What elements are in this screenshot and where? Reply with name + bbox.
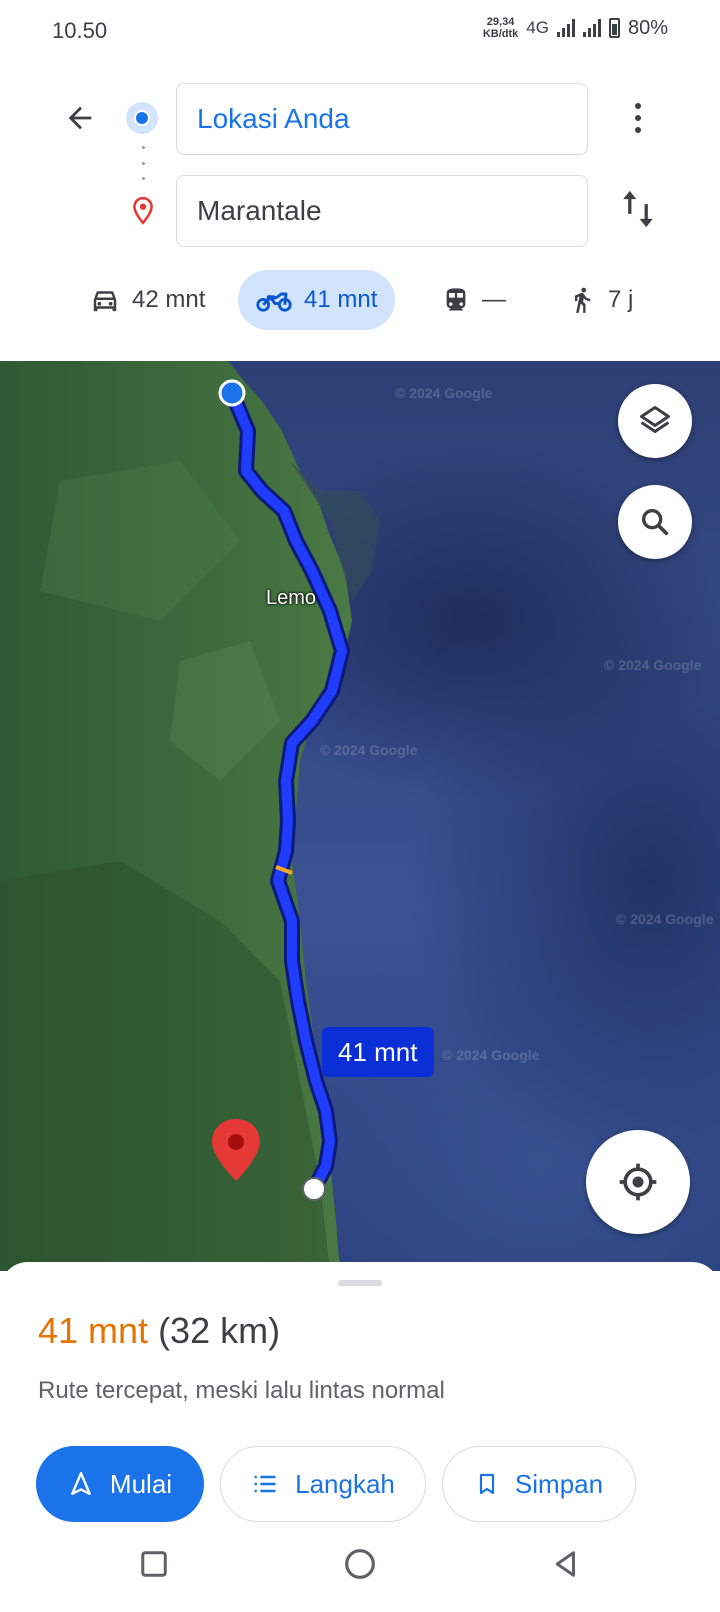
home-button[interactable]	[336, 1540, 384, 1588]
origin-marker-icon	[126, 102, 158, 134]
mode-tab-motorcycle[interactable]: 41 mnt	[238, 270, 396, 330]
recents-button[interactable]	[130, 1540, 178, 1588]
signal-icon-2	[582, 19, 601, 37]
layers-button[interactable]	[618, 384, 692, 458]
list-icon	[254, 1475, 276, 1493]
square-icon	[141, 1551, 167, 1577]
sheet-drag-handle[interactable]	[338, 1280, 382, 1286]
route-description: Rute tercepat, meski lalu lintas normal	[38, 1377, 445, 1404]
car-icon	[93, 291, 117, 312]
route-duration: 41 mnt	[38, 1310, 149, 1351]
destination-field-value: Marantale	[197, 195, 322, 226]
destination-field[interactable]: Marantale	[176, 175, 588, 247]
origin-field[interactable]: Lokasi Anda	[176, 83, 588, 155]
motorcycle-icon	[256, 292, 292, 312]
arrow-left-icon	[68, 106, 92, 130]
system-navigation-bar	[0, 1540, 720, 1612]
more-options-button[interactable]	[620, 96, 656, 140]
walking-icon	[575, 287, 591, 313]
signal-icon	[556, 19, 575, 37]
train-icon	[446, 288, 466, 311]
my-location-button[interactable]	[586, 1130, 690, 1234]
steps-button[interactable]: Langkah	[220, 1446, 426, 1522]
route-line	[212, 379, 350, 1201]
route-eta-callout[interactable]: 41 mnt	[322, 1027, 434, 1077]
mode-tab-transit-label: —	[482, 286, 506, 313]
battery-icon	[608, 18, 620, 38]
mode-tab-car[interactable]: 42 mnt	[72, 270, 223, 330]
network-speed-unit: KB/dtk	[482, 28, 519, 40]
route-distance: (32 km)	[158, 1310, 281, 1351]
start-button-label: Mulai	[109, 1468, 173, 1499]
route-connector	[142, 146, 145, 180]
start-button[interactable]: Mulai	[36, 1446, 204, 1522]
place-label: Lemo	[266, 587, 317, 609]
mode-tab-transit[interactable]: —	[424, 270, 524, 330]
back-button[interactable]	[56, 94, 104, 142]
travel-mode-tabs: 42 mnt 41 mnt — 7 j	[0, 270, 720, 334]
map-search-button[interactable]	[618, 485, 692, 559]
mode-tab-walk[interactable]: 7 j	[550, 270, 651, 330]
system-back-button[interactable]	[542, 1540, 590, 1588]
crosshair-icon	[619, 1163, 657, 1201]
network-speed-value: 29,34	[486, 16, 515, 28]
status-indicators: 29,34 KB/dtk 4G 80%	[483, 16, 668, 40]
circle-icon	[345, 1549, 375, 1579]
mode-tab-walk-label: 7 j	[608, 286, 634, 313]
save-button[interactable]: Simpan	[442, 1446, 636, 1522]
destination-pin-icon	[133, 196, 153, 225]
navigation-arrow-icon	[71, 1471, 91, 1495]
save-button-label: Simpan	[514, 1468, 604, 1499]
origin-field-value: Lokasi Anda	[197, 103, 350, 134]
map-view[interactable]: © 2024 Google © 2024 Google © 2024 Googl…	[0, 361, 720, 1271]
mode-tab-car-label: 42 mnt	[132, 286, 206, 313]
triangle-back-icon	[555, 1551, 575, 1577]
bookmark-icon	[479, 1473, 495, 1495]
route-summary: 41 mnt (32 km)	[38, 1310, 280, 1352]
steps-button-label: Langkah	[295, 1468, 395, 1499]
battery-level: 80%	[627, 16, 668, 39]
status-time: 10.50	[52, 18, 108, 43]
network-speed: 29,34 KB/dtk	[483, 16, 518, 40]
status-bar: 10.50 29,34 KB/dtk 4G 80%	[0, 0, 720, 60]
mode-tab-motorcycle-label: 41 mnt	[304, 286, 378, 313]
network-type: 4G	[526, 18, 549, 37]
swap-directions-button[interactable]	[618, 186, 658, 232]
search-icon	[641, 508, 669, 536]
layers-icon	[640, 406, 670, 433]
